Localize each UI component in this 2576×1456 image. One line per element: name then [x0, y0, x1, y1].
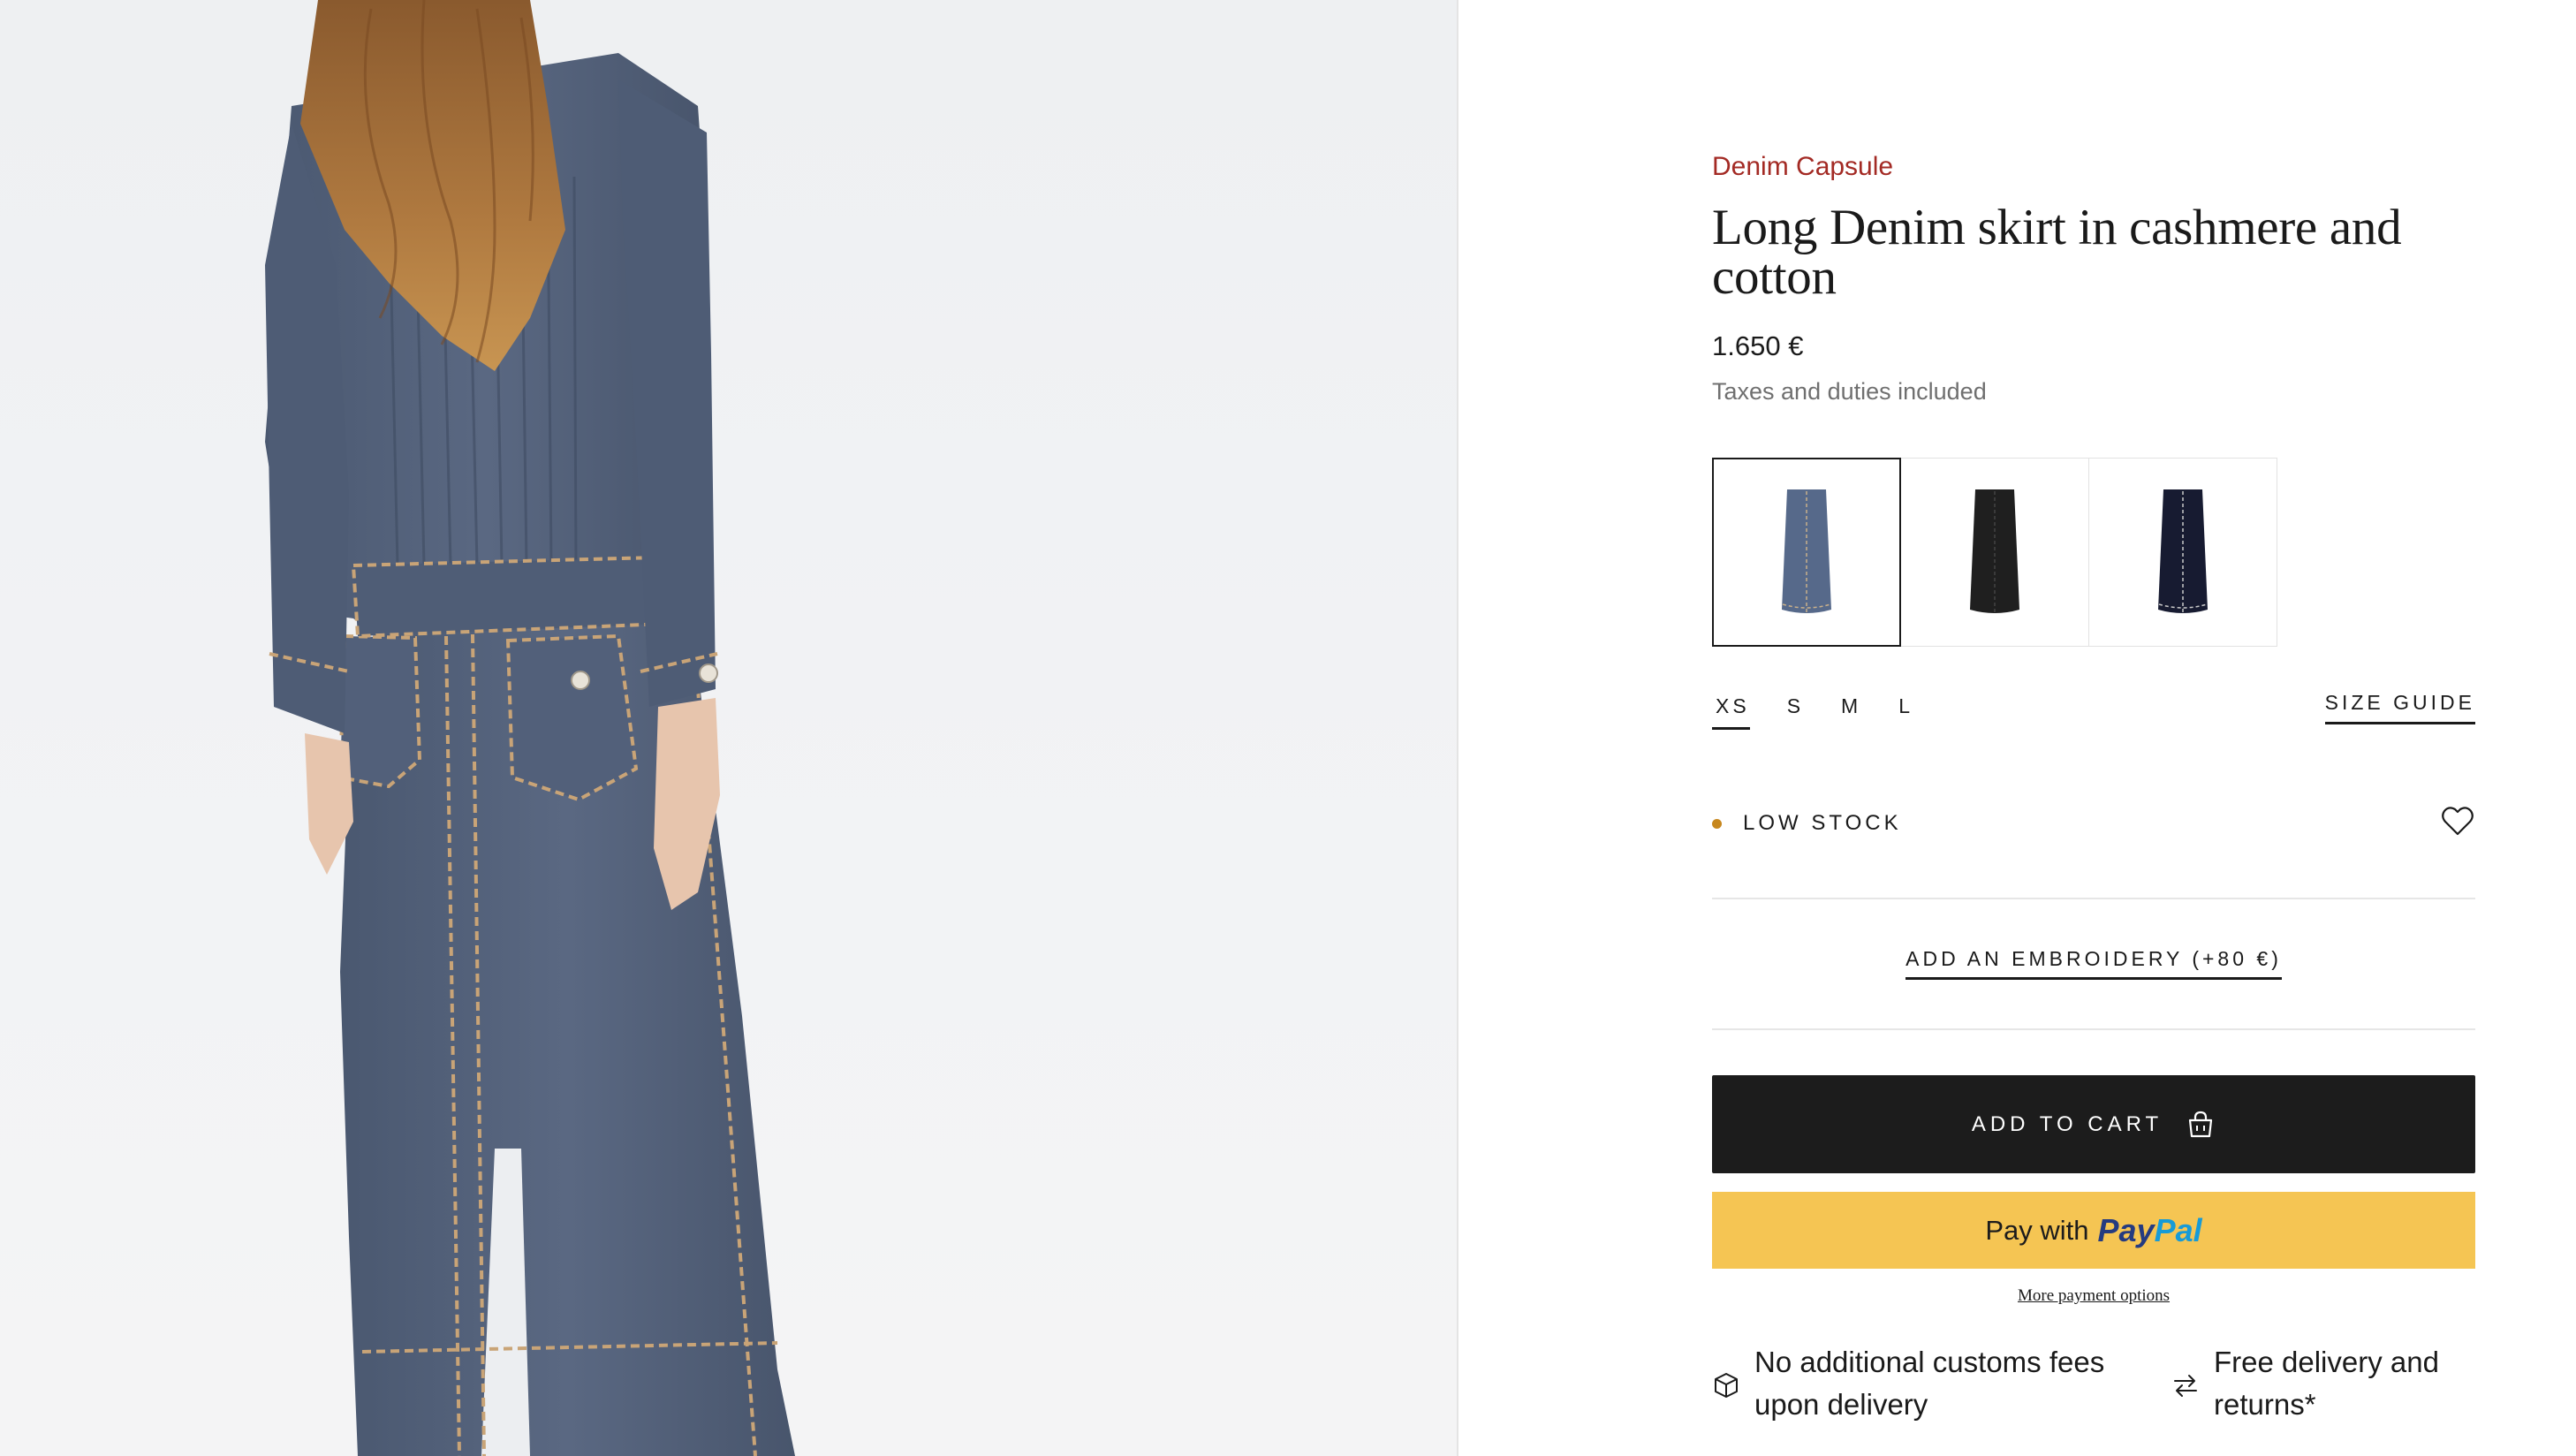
benefit-delivery-text: Free delivery and returns*	[2214, 1346, 2439, 1421]
benefit-customs-text: No additional customs fees upon delivery	[1754, 1346, 2105, 1421]
taxes-note: Taxes and duties included	[1712, 378, 1987, 405]
color-swatch-denim-blue[interactable]	[1712, 458, 1901, 647]
more-payment-options-link[interactable]: More payment options	[2018, 1286, 2170, 1305]
gallery-divider	[1457, 0, 1458, 1456]
skirt-thumbnail-icon	[2158, 489, 2208, 614]
stock-status: LOW STOCK	[1712, 811, 1902, 836]
color-swatch-navy[interactable]	[2088, 458, 2277, 647]
benefit-delivery: Free delivery and returns*	[2171, 1341, 2475, 1426]
color-swatches	[1712, 458, 2277, 647]
collection-link[interactable]: Denim Capsule	[1712, 152, 1893, 182]
size-selector: XS S M L	[1712, 691, 1947, 730]
paypal-logo: PayPal	[2097, 1211, 2202, 1248]
size-option-l[interactable]: L	[1895, 691, 1913, 730]
add-to-cart-button[interactable]: ADD TO CART	[1712, 1075, 2475, 1173]
heart-icon	[2442, 807, 2474, 836]
shopping-bag-icon	[2189, 1111, 2213, 1137]
product-price: 1.650 €	[1712, 330, 1804, 361]
benefit-customs: No additional customs fees upon delivery	[1712, 1341, 2171, 1426]
divider	[1712, 1028, 2475, 1030]
size-option-m[interactable]: M	[1837, 691, 1861, 730]
product-title: Long Denim skirt in cashmere and cotton	[1712, 200, 2402, 305]
size-option-xs[interactable]: XS	[1712, 691, 1750, 730]
box-icon	[1715, 1373, 1738, 1398]
stock-label: LOW STOCK	[1743, 811, 1902, 835]
exchange-arrows-icon	[2174, 1375, 2197, 1397]
wishlist-button[interactable]	[2440, 804, 2475, 839]
more-payment-options: More payment options	[1712, 1286, 2475, 1306]
product-info-panel: Denim Capsule Long Denim skirt in cashme…	[1712, 0, 2475, 1456]
embroidery-option: ADD AN EMBROIDERY (+80 €)	[1712, 947, 2475, 980]
product-image[interactable]	[0, 0, 1457, 1456]
divider	[1712, 898, 2475, 899]
color-swatch-black[interactable]	[1900, 458, 2089, 647]
skirt-thumbnail-icon	[1970, 489, 2019, 614]
skirt-thumbnail-icon	[1782, 489, 1831, 614]
add-embroidery-link[interactable]: ADD AN EMBROIDERY (+80 €)	[1905, 947, 2282, 980]
paypal-button[interactable]: Pay with PayPal	[1712, 1192, 2475, 1269]
add-to-cart-label: ADD TO CART	[1971, 1111, 2163, 1136]
stock-dot-icon	[1712, 818, 1722, 829]
size-option-s[interactable]: S	[1784, 691, 1804, 730]
size-guide-link[interactable]: SIZE GUIDE	[2324, 691, 2475, 724]
paypal-prefix: Pay with	[1985, 1214, 2089, 1246]
model-photo	[265, 0, 795, 1456]
